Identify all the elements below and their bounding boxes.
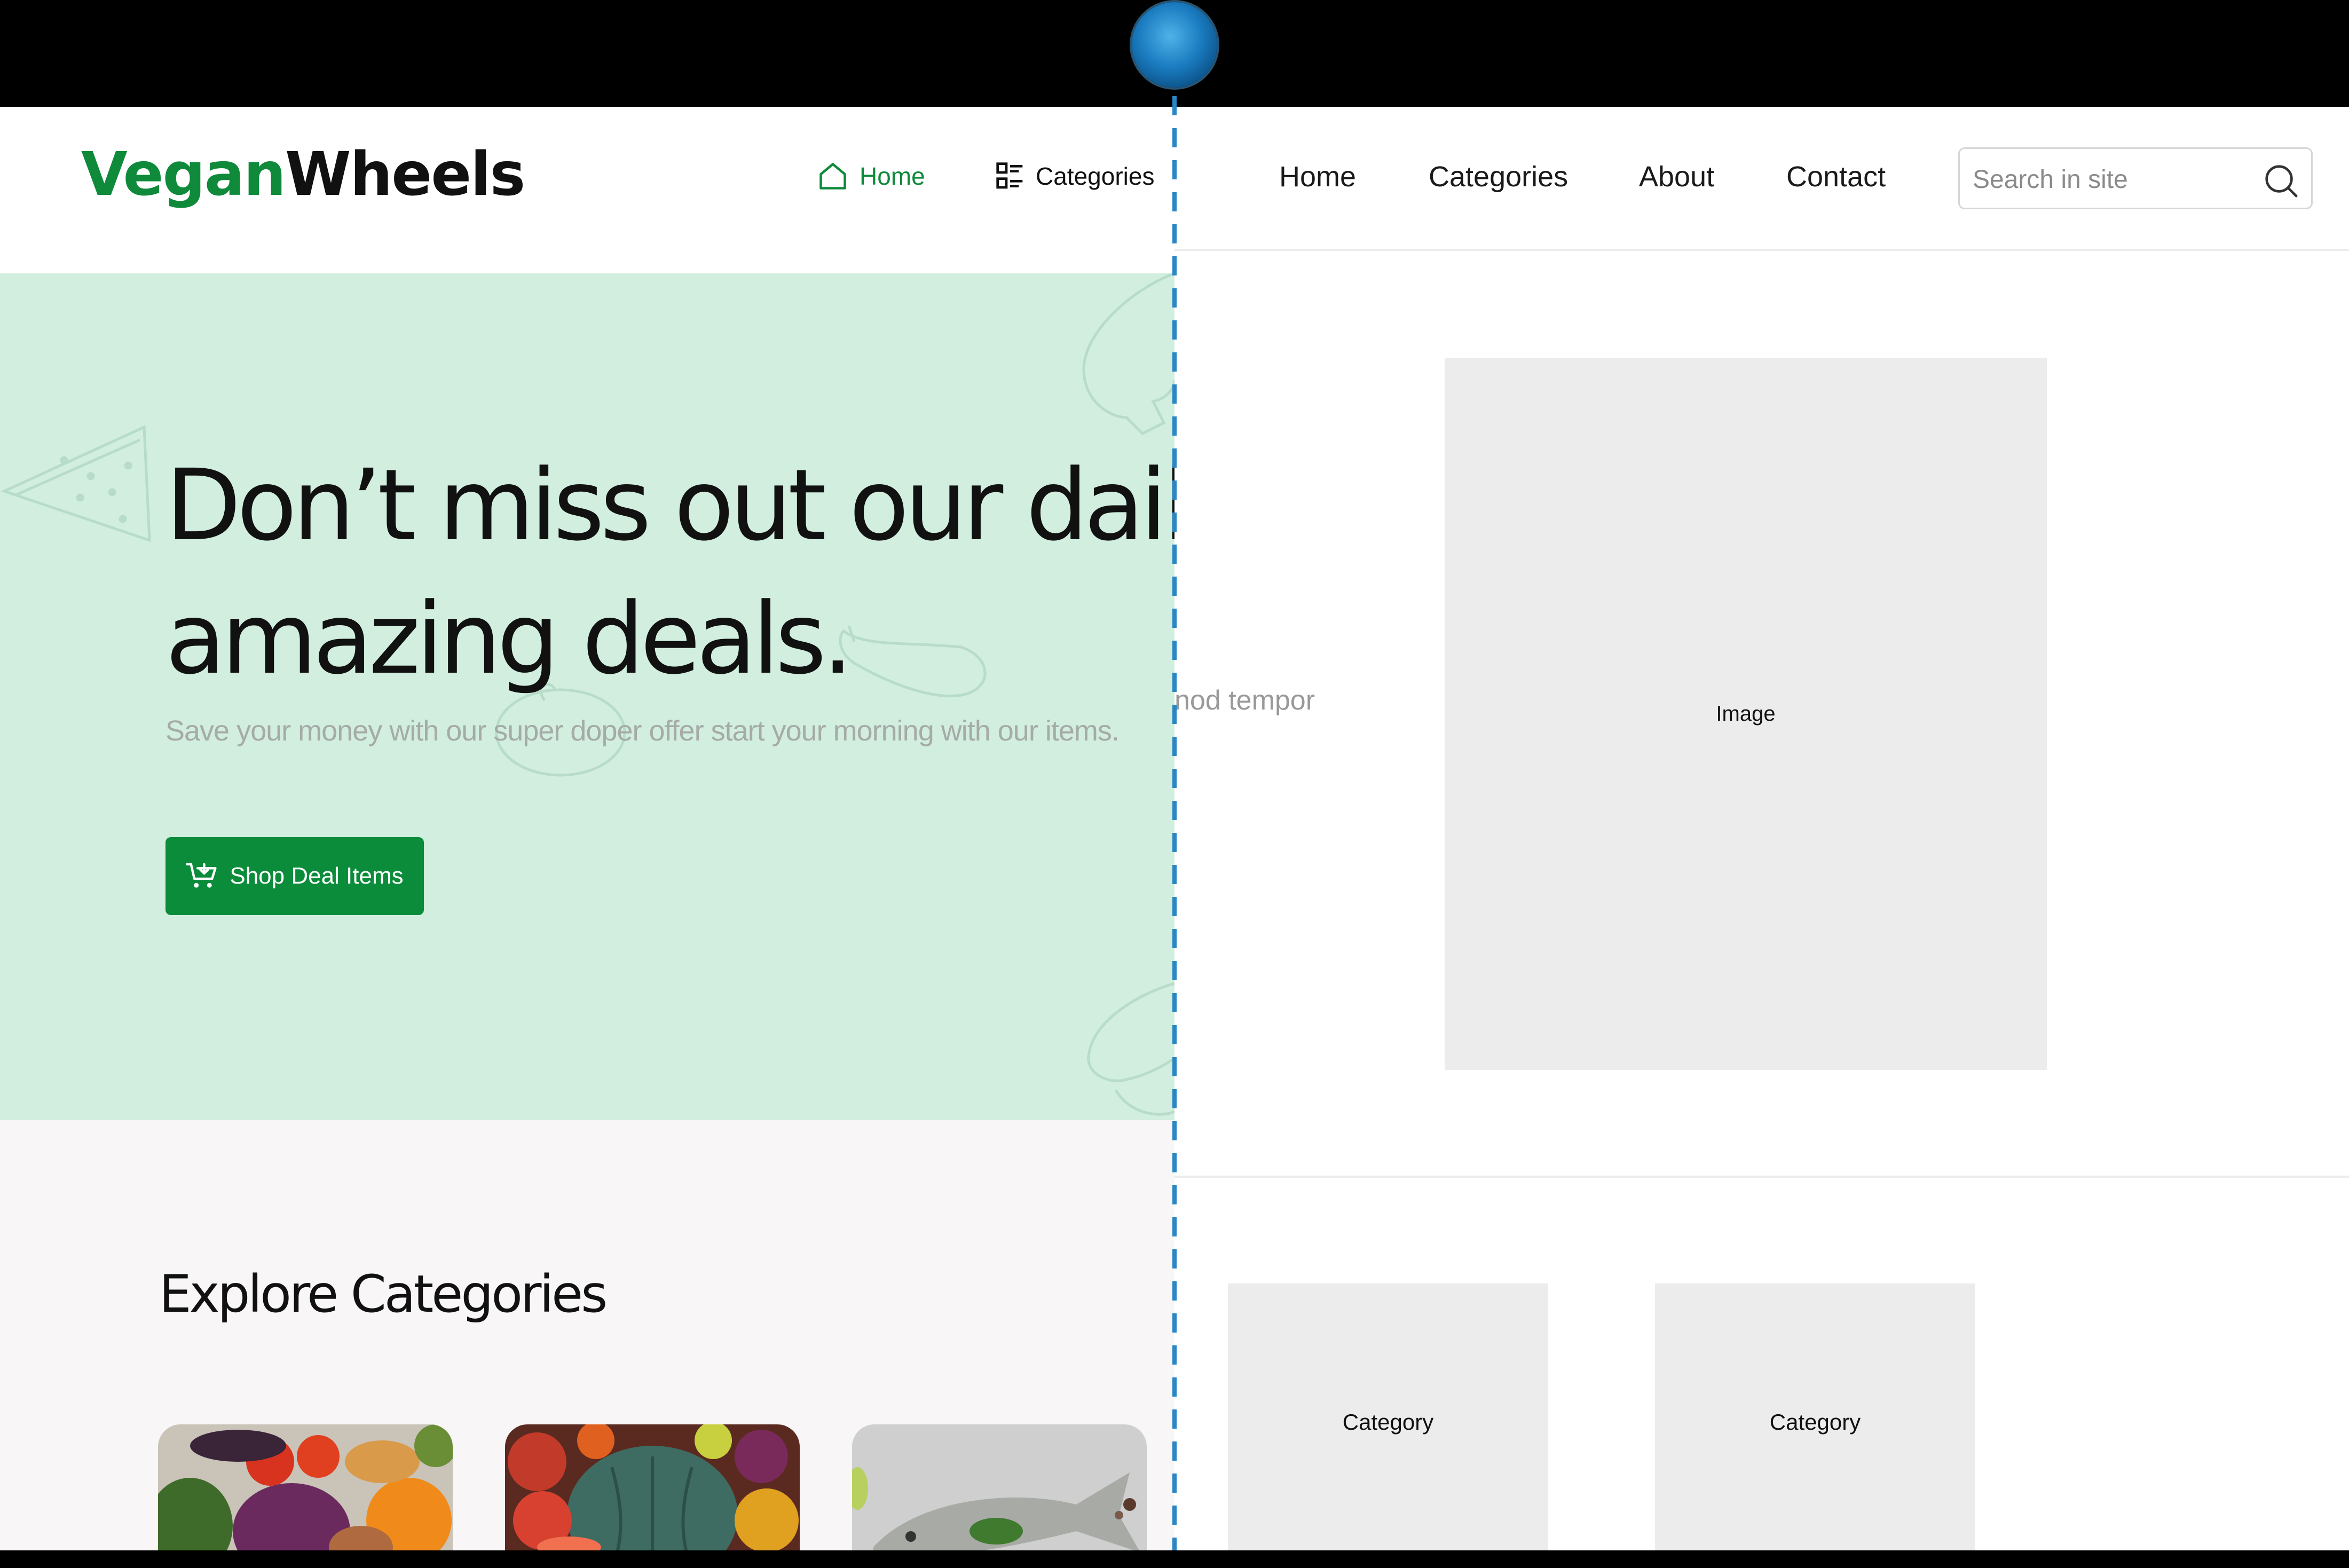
nav-categories[interactable]: Categories xyxy=(995,155,1154,198)
design-panel: VeganWheels Home Categories Don’t miss o… xyxy=(0,107,1174,1550)
hero-heading-line1: Don’t miss out our daily xyxy=(165,448,1174,563)
nav-categories-label: Categories xyxy=(1036,162,1155,190)
wf-search-box xyxy=(1958,147,2313,209)
hero-subtitle: Save your money with our super doper off… xyxy=(165,715,1120,747)
logo-part-vegan: Vegan xyxy=(81,140,286,209)
nav-home-label: Home xyxy=(860,162,925,190)
explore-categories-heading: Explore Categories xyxy=(159,1264,608,1324)
category-card-vegetables[interactable] xyxy=(158,1424,453,1550)
hero-banner: Don’t miss out our daily amazing deals. … xyxy=(0,273,1174,1120)
category-card-fruits[interactable] xyxy=(505,1424,800,1550)
site-header: VeganWheels Home Categories xyxy=(0,107,1174,273)
shop-deal-items-button[interactable]: Shop Deal Items xyxy=(165,837,424,915)
logo[interactable]: VeganWheels xyxy=(81,140,525,209)
wf-nav-contact[interactable]: Contact xyxy=(1786,160,1886,193)
vegetables-image xyxy=(158,1424,453,1550)
wf-category-card[interactable]: Category xyxy=(1228,1283,1548,1561)
wf-nav-categories[interactable]: Categories xyxy=(1429,160,1568,193)
shop-deal-items-label: Shop Deal Items xyxy=(230,863,404,889)
fish-image xyxy=(852,1424,1147,1550)
hero-heading: Don’t miss out our daily amazing deals. xyxy=(165,439,1174,706)
cart-icon xyxy=(186,863,217,888)
comparison-divider-line[interactable] xyxy=(1172,96,1177,1568)
wf-category-card[interactable]: Category xyxy=(1655,1283,1975,1561)
category-card-fish[interactable] xyxy=(852,1424,1147,1550)
wireframe-panel: Home Categories About Contact nod tempor… xyxy=(1174,107,2349,1561)
wf-search-input[interactable] xyxy=(1972,159,2251,200)
home-icon xyxy=(819,163,846,190)
wf-image-label: Image xyxy=(1716,702,1776,726)
wf-partial-text: nod tempor xyxy=(1174,685,1315,716)
wf-image-placeholder: Image xyxy=(1445,358,2047,1070)
wf-category-label: Category xyxy=(1769,1409,1861,1435)
bottom-black-bar xyxy=(0,1550,2349,1568)
nav-home[interactable]: Home xyxy=(817,155,925,198)
comparison-slider-handle[interactable] xyxy=(1132,2,1217,88)
wireframe-header: Home Categories About Contact xyxy=(1174,107,2349,251)
search-icon[interactable] xyxy=(2262,162,2299,199)
wf-divider xyxy=(1174,1176,2349,1178)
wf-category-label: Category xyxy=(1342,1409,1434,1435)
wf-nav-about[interactable]: About xyxy=(1639,160,1714,193)
wf-nav-home[interactable]: Home xyxy=(1279,160,1356,193)
categories-icon xyxy=(996,162,1023,189)
hero-heading-line2: amazing deals. xyxy=(165,582,854,696)
fruits-image xyxy=(505,1424,800,1550)
logo-part-wheels: Wheels xyxy=(285,140,525,209)
